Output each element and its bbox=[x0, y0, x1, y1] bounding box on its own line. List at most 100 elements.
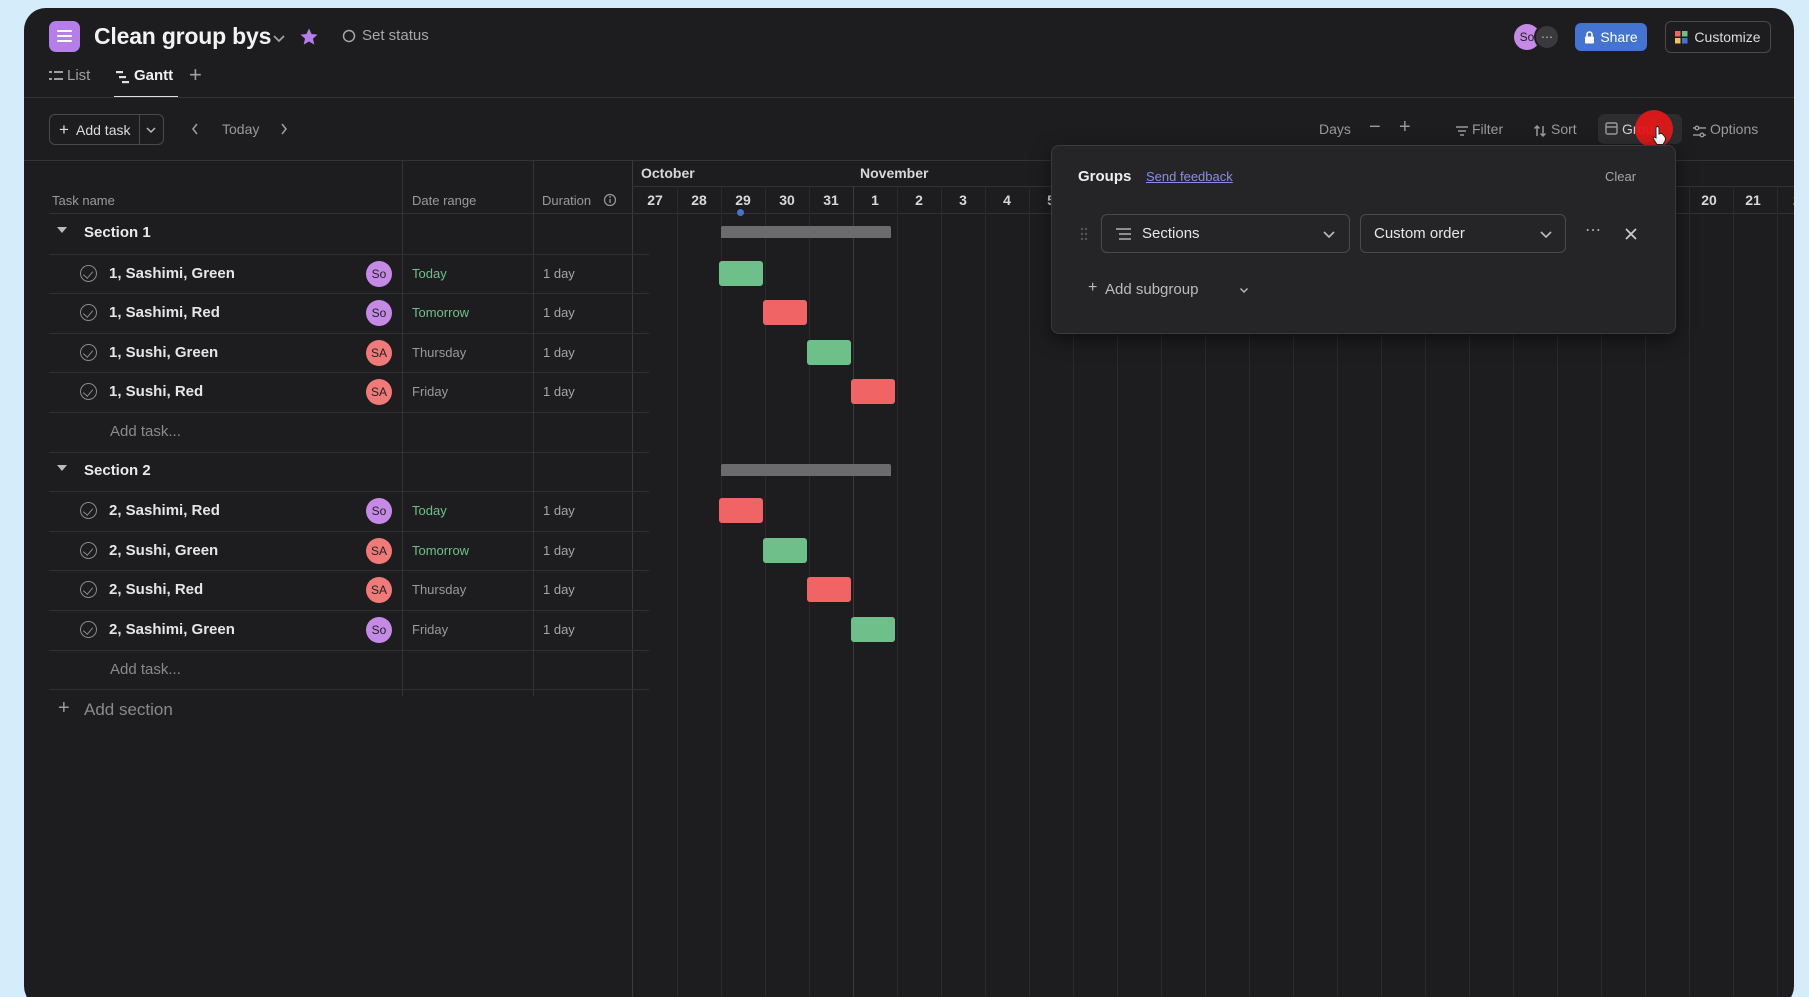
group-by-select[interactable]: Sections bbox=[1101, 214, 1350, 253]
task-complete-checkbox[interactable] bbox=[80, 581, 97, 599]
timeline-day: 1 bbox=[871, 192, 879, 208]
filter-button[interactable]: Filter bbox=[1472, 121, 1503, 137]
chevron-right-icon[interactable] bbox=[279, 122, 289, 136]
task-duration: 1 day bbox=[543, 622, 575, 637]
gantt-task-bar[interactable] bbox=[719, 498, 763, 524]
task-name[interactable]: 1, Sashimi, Green bbox=[109, 265, 235, 282]
assignee-avatar[interactable]: SA bbox=[366, 577, 392, 604]
zoom-out-icon[interactable]: − bbox=[1369, 116, 1381, 139]
close-icon[interactable] bbox=[1624, 227, 1638, 241]
task-complete-checkbox[interactable] bbox=[80, 264, 97, 282]
timeline-day: 4 bbox=[1003, 192, 1011, 208]
group-order-value: Custom order bbox=[1374, 225, 1465, 242]
task-name[interactable]: 1, Sashimi, Red bbox=[109, 304, 220, 321]
caret-down-icon[interactable] bbox=[57, 464, 67, 471]
task-complete-checkbox[interactable] bbox=[80, 621, 97, 638]
chevron-down-icon bbox=[1323, 231, 1335, 239]
column-header-date-range[interactable]: Date range bbox=[412, 193, 476, 208]
column-header-task-name[interactable]: Task name bbox=[52, 193, 115, 208]
clear-button[interactable]: Clear bbox=[1605, 169, 1636, 184]
assignee-avatar[interactable]: So bbox=[366, 260, 392, 287]
task-name[interactable]: 2, Sashimi, Green bbox=[109, 621, 235, 638]
task-name[interactable]: 1, Sushi, Green bbox=[109, 344, 218, 361]
gantt-task-bar[interactable] bbox=[719, 260, 763, 286]
days-zoom-label[interactable]: Days bbox=[1319, 121, 1351, 137]
task-date[interactable]: Friday bbox=[412, 622, 448, 637]
sort-icon bbox=[1533, 124, 1547, 138]
row-divider bbox=[49, 412, 649, 413]
task-complete-checkbox[interactable] bbox=[80, 304, 97, 322]
timeline-day: 29 bbox=[735, 192, 751, 208]
add-task-button[interactable]: + Add task bbox=[49, 114, 164, 145]
chevron-down-icon[interactable] bbox=[145, 126, 157, 134]
task-date[interactable]: Tomorrow bbox=[412, 305, 469, 320]
task-name[interactable]: 2, Sushi, Red bbox=[109, 581, 203, 598]
assignee-avatar[interactable]: So bbox=[366, 498, 392, 525]
task-date[interactable]: Today bbox=[412, 266, 447, 281]
add-tab-icon[interactable]: + bbox=[189, 62, 202, 88]
add-section-button[interactable]: Add section bbox=[84, 700, 173, 720]
task-date[interactable]: Thursday bbox=[412, 345, 466, 360]
section-header[interactable]: Section 1 bbox=[84, 224, 151, 241]
gantt-task-bar[interactable] bbox=[807, 577, 851, 603]
task-complete-checkbox[interactable] bbox=[80, 383, 97, 401]
task-complete-checkbox[interactable] bbox=[80, 541, 97, 559]
tab-list[interactable]: List bbox=[67, 67, 90, 84]
task-name[interactable]: 1, Sushi, Red bbox=[109, 383, 203, 400]
customize-label: Customize bbox=[1694, 29, 1761, 45]
task-date[interactable]: Thursday bbox=[412, 582, 466, 597]
assignee-avatar[interactable]: SA bbox=[366, 537, 392, 564]
add-task-inline[interactable]: Add task... bbox=[110, 423, 181, 440]
gantt-task-bar[interactable] bbox=[851, 617, 895, 642]
gantt-task-bar[interactable] bbox=[763, 300, 807, 326]
today-button[interactable]: Today bbox=[222, 121, 259, 137]
plus-icon: + bbox=[59, 120, 69, 139]
assignee-avatar[interactable]: SA bbox=[366, 379, 392, 406]
chevron-left-icon[interactable] bbox=[190, 122, 200, 136]
task-name[interactable]: 2, Sushi, Green bbox=[109, 542, 218, 559]
send-feedback-link[interactable]: Send feedback bbox=[1146, 169, 1233, 184]
row-divider bbox=[49, 649, 649, 651]
info-icon[interactable] bbox=[603, 193, 617, 207]
group-order-select[interactable]: Custom order bbox=[1360, 214, 1566, 253]
task-name[interactable]: 2, Sashimi, Red bbox=[109, 502, 220, 519]
add-task-label: Add task bbox=[76, 122, 131, 138]
add-subgroup-button[interactable]: Add subgroup bbox=[1105, 281, 1198, 298]
sort-button[interactable]: Sort bbox=[1551, 121, 1577, 137]
star-icon[interactable] bbox=[299, 27, 319, 47]
task-date[interactable]: Today bbox=[412, 503, 447, 518]
assignee-avatar[interactable]: So bbox=[366, 617, 392, 643]
column-header-duration[interactable]: Duration bbox=[542, 193, 591, 208]
more-options-icon[interactable]: ⋯ bbox=[1585, 220, 1602, 240]
assignee-avatar[interactable]: SA bbox=[366, 339, 392, 366]
task-complete-checkbox[interactable] bbox=[80, 343, 97, 361]
section-header[interactable]: Section 2 bbox=[84, 462, 151, 479]
task-date[interactable]: Friday bbox=[412, 384, 448, 399]
gantt-task-bar[interactable] bbox=[807, 339, 851, 365]
tab-gantt[interactable]: Gantt bbox=[134, 67, 173, 84]
row-divider bbox=[49, 570, 649, 572]
chevron-down-icon[interactable] bbox=[272, 34, 286, 44]
timeline-day: 3 bbox=[959, 192, 967, 208]
assignee-avatar[interactable]: So bbox=[366, 300, 392, 327]
add-task-inline[interactable]: Add task... bbox=[110, 661, 181, 678]
project-title[interactable]: Clean group bys bbox=[94, 23, 271, 50]
project-icon[interactable] bbox=[49, 21, 80, 52]
hand-cursor-icon bbox=[1652, 126, 1666, 145]
gantt-task-bar[interactable] bbox=[851, 379, 895, 405]
task-duration: 1 day bbox=[543, 265, 575, 281]
set-status-button[interactable]: Set status bbox=[362, 27, 429, 44]
drag-handle-icon[interactable] bbox=[1080, 227, 1088, 241]
share-button[interactable]: Share bbox=[1575, 23, 1647, 51]
gantt-task-bar[interactable] bbox=[763, 537, 807, 563]
task-date[interactable]: Tomorrow bbox=[412, 543, 469, 558]
caret-down-icon[interactable] bbox=[57, 227, 67, 233]
row-divider bbox=[49, 293, 649, 295]
zoom-in-icon[interactable]: + bbox=[1399, 116, 1411, 139]
timeline-day: 30 bbox=[779, 192, 795, 208]
customize-button[interactable]: Customize bbox=[1665, 21, 1771, 53]
chevron-down-icon[interactable] bbox=[1239, 287, 1249, 294]
more-members-icon[interactable]: ⋯ bbox=[1534, 24, 1560, 50]
task-complete-checkbox[interactable] bbox=[80, 502, 97, 520]
options-button[interactable]: Options bbox=[1710, 121, 1758, 137]
